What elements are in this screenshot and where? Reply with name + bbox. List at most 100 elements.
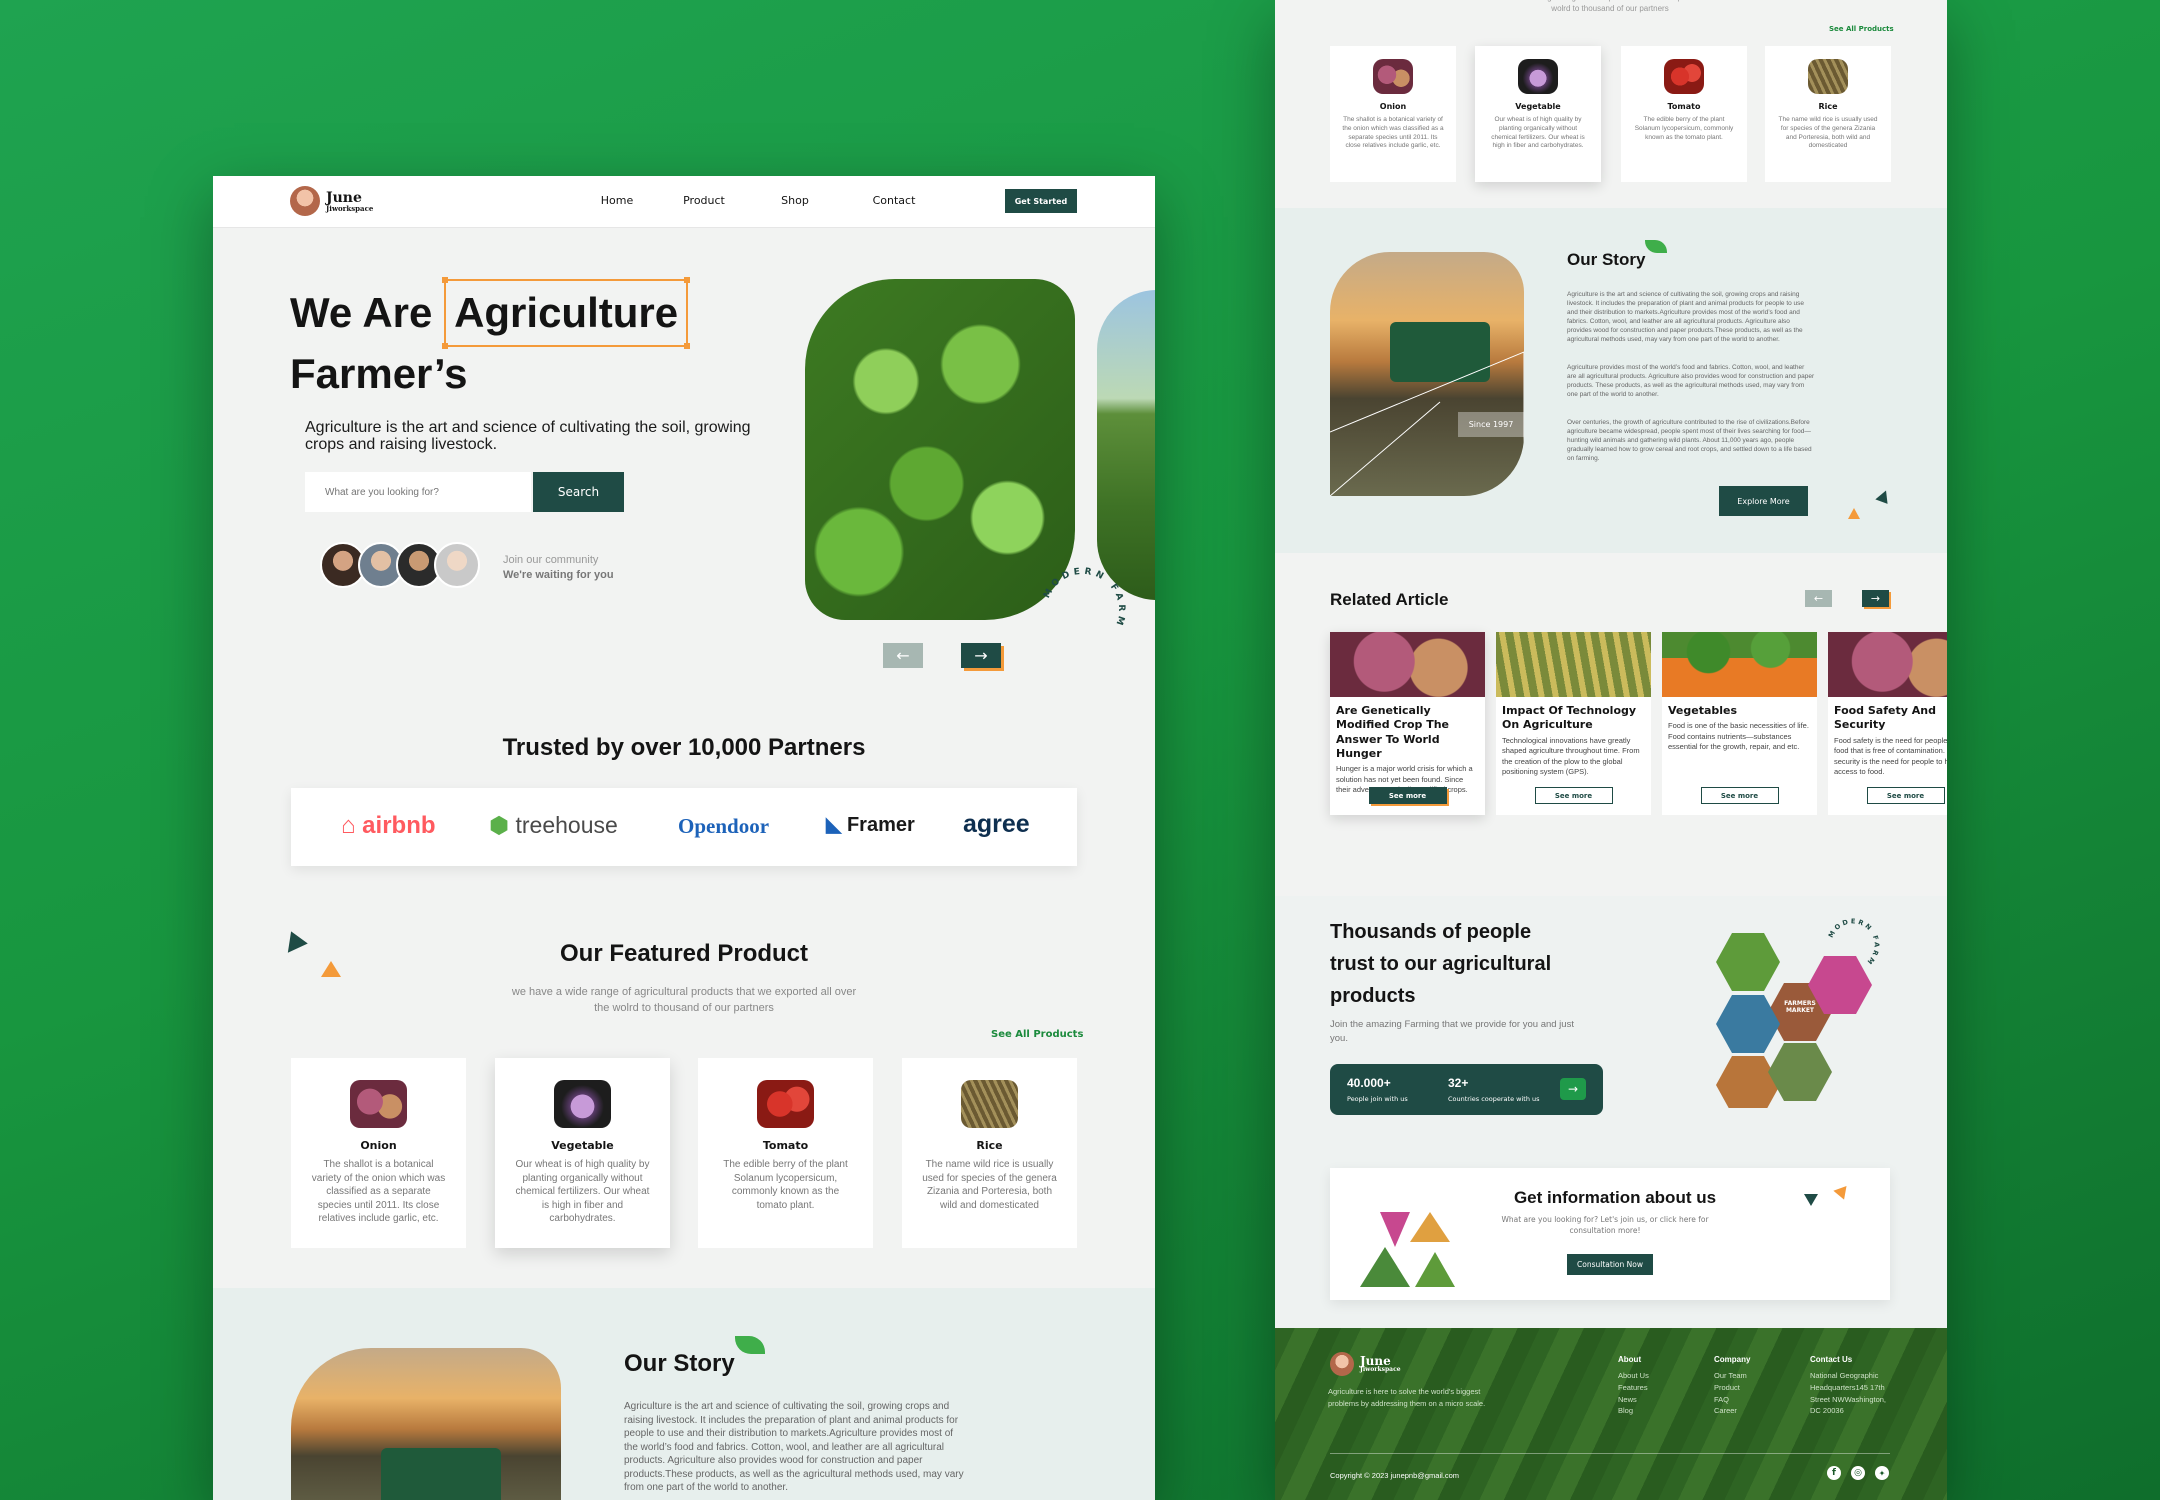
search-input[interactable] xyxy=(325,486,515,498)
see-all-products-link[interactable]: See All Products xyxy=(1829,25,1894,33)
story-title: Our Story xyxy=(624,1336,765,1378)
footer-link[interactable]: Our Team xyxy=(1714,1370,1750,1382)
modern-farm-badge: MODERN FARM xyxy=(1823,915,1883,975)
landing-page-left: June Jiworkspace Home Product Shop Conta… xyxy=(213,176,1155,1500)
featured-subtitle: we have a wide range of agricultural pro… xyxy=(511,986,857,1014)
stat2-label: Countries cooperate with us xyxy=(1448,1095,1540,1103)
footer-link[interactable]: Career xyxy=(1714,1405,1750,1417)
see-all-products-link[interactable]: See All Products xyxy=(991,1029,1083,1040)
framer-logo: ◣ Framer xyxy=(826,814,915,836)
avatar xyxy=(1330,1352,1354,1376)
partners-strip: ⌂ airbnb ⬢ treehouse Opendoor ◣ Framer a… xyxy=(291,788,1077,866)
footer-text: DC 20036 xyxy=(1810,1406,1844,1416)
top-nav: June Jiworkspace Home Product Shop Conta… xyxy=(213,176,1155,228)
articles-next-button[interactable]: → xyxy=(1862,590,1889,607)
rice-image xyxy=(1808,59,1848,94)
airbnb-logo: ⌂ airbnb xyxy=(341,812,436,839)
search-button[interactable]: Search xyxy=(533,472,624,512)
article-title[interactable]: Are Genetically Modified Crop The Answer… xyxy=(1330,697,1485,764)
nav-product[interactable]: Product xyxy=(669,194,739,207)
instagram-icon[interactable]: ◎ xyxy=(1851,1466,1865,1480)
product-card-tomato[interactable]: Tomato The edible berry of the plant Sol… xyxy=(698,1058,873,1248)
nav-contact[interactable]: Contact xyxy=(864,194,924,207)
product-name: Rice xyxy=(976,1139,1003,1152)
since-badge: Since 1997 xyxy=(1458,412,1524,437)
see-more-button[interactable]: See more xyxy=(1866,787,1945,804)
article-desc: Food safety is the need for people to ha… xyxy=(1834,735,1947,777)
product-name: Vegetable xyxy=(1515,102,1561,111)
product-desc: The shallot is a botanical variety of th… xyxy=(311,1159,446,1224)
arrow-left-icon: ← xyxy=(896,646,910,665)
footer: June Jiworkspace Agriculture is here to … xyxy=(1275,1328,1947,1500)
leaf-icon xyxy=(734,1336,765,1354)
story-p1: Agriculture is the art and science of cu… xyxy=(1567,291,1805,343)
consultation-button[interactable]: Consultation Now xyxy=(1567,1254,1653,1275)
opendoor-logo: Opendoor xyxy=(678,814,770,838)
story-paragraph: Agriculture is the art and science of cu… xyxy=(624,1401,964,1493)
nav-shop[interactable]: Shop xyxy=(770,194,820,207)
badge-text: MODERN FARM xyxy=(1042,567,1122,630)
product-card-rice[interactable]: Rice The name wild rice is usually used … xyxy=(1765,46,1891,182)
stats-arrow-button[interactable]: → xyxy=(1560,1078,1586,1100)
decor-triangle xyxy=(1804,1194,1818,1206)
next-slide-button[interactable]: → xyxy=(961,643,1001,668)
product-card-onion[interactable]: Onion The shallot is a botanical variety… xyxy=(1330,46,1456,182)
product-desc: The edible berry of the plant Solanum ly… xyxy=(1634,116,1734,141)
agree-logo: agree xyxy=(963,810,1030,838)
product-card-vegetable[interactable]: Vegetable Our wheat is of high quality b… xyxy=(495,1058,670,1248)
story-p2: Agriculture provides most of the world’s… xyxy=(1567,364,1815,398)
article-desc: Technological innovations have greatly s… xyxy=(1502,735,1640,777)
nav-home[interactable]: Home xyxy=(587,194,647,207)
article-card[interactable]: Vegetables Food is one of the basic nece… xyxy=(1662,632,1817,815)
articles-prev-button[interactable]: ← xyxy=(1805,590,1832,607)
article-title[interactable]: Impact Of Technology On Agriculture xyxy=(1496,697,1651,736)
badge-text: MODERN FARM xyxy=(1827,917,1878,967)
article-title[interactable]: Food Safety And Security xyxy=(1828,697,1947,736)
product-card-tomato[interactable]: Tomato The edible berry of the plant Sol… xyxy=(1621,46,1747,182)
see-more-button[interactable]: See more xyxy=(1700,787,1779,804)
stat1-label: People join with us xyxy=(1347,1095,1408,1103)
see-more-button[interactable]: See more xyxy=(1534,787,1613,804)
footer-link[interactable]: News xyxy=(1618,1394,1649,1406)
story-section: Since 1997 Our Story Agriculture is the … xyxy=(1275,208,1947,553)
explore-more-button[interactable]: Explore More xyxy=(1719,486,1808,516)
avatar xyxy=(434,542,480,588)
footer-link[interactable]: Features xyxy=(1618,1382,1649,1394)
footer-brand-logo[interactable]: June Jiworkspace xyxy=(1330,1352,1401,1376)
product-card-rice[interactable]: Rice The name wild rice is usually used … xyxy=(902,1058,1077,1248)
article-card[interactable]: Food Safety And Security Food safety is … xyxy=(1828,632,1947,815)
search-field[interactable] xyxy=(305,472,531,512)
community-avatars xyxy=(320,542,480,588)
story-title-text: Our Story xyxy=(624,1350,735,1377)
footer-link[interactable]: FAQ xyxy=(1714,1394,1750,1406)
brand-logo[interactable]: June Jiworkspace xyxy=(290,186,373,216)
facebook-icon[interactable]: f xyxy=(1827,1466,1841,1480)
twitter-icon[interactable]: ✦ xyxy=(1875,1466,1889,1480)
article-title[interactable]: Vegetables xyxy=(1662,697,1817,721)
article-image xyxy=(1828,632,1947,697)
footer-text: Headquarters145 17th xyxy=(1810,1383,1885,1393)
article-image xyxy=(1662,632,1817,697)
footer-link[interactable]: Blog xyxy=(1618,1405,1649,1417)
product-card-onion[interactable]: Onion The shallot is a botanical variety… xyxy=(291,1058,466,1248)
svg-text:MODERN FARM: MODERN FARM xyxy=(1042,567,1126,630)
product-desc: The edible berry of the plant Solanum ly… xyxy=(723,1159,848,1211)
prev-slide-button[interactable]: ← xyxy=(883,643,923,668)
farmers-market-label: FARMERS MARKET xyxy=(1784,1000,1816,1015)
footer-link[interactable]: Product xyxy=(1714,1382,1750,1394)
article-card[interactable]: Impact Of Technology On Agriculture Tech… xyxy=(1496,632,1651,815)
story-title: Our Story xyxy=(1567,240,1668,270)
tomato-image xyxy=(757,1080,814,1128)
product-card-vegetable[interactable]: Vegetable Our wheat is of high quality b… xyxy=(1475,46,1601,182)
article-image xyxy=(1330,632,1485,697)
arrow-right-icon: → xyxy=(974,646,988,665)
trust-title: Thousands of people trust to our agricul… xyxy=(1330,921,1552,1007)
arrow-right-icon: → xyxy=(1567,1082,1579,1096)
svg-text:MODERN FARM: MODERN FARM xyxy=(1827,917,1881,967)
get-started-button[interactable]: Get Started xyxy=(1005,189,1077,213)
community-line2: We're waiting for you xyxy=(503,569,614,581)
see-more-button[interactable]: See more xyxy=(1368,787,1447,804)
product-name: Tomato xyxy=(762,1139,809,1152)
footer-link[interactable]: About Us xyxy=(1618,1370,1649,1382)
article-card[interactable]: Are Genetically Modified Crop The Answer… xyxy=(1330,632,1485,815)
